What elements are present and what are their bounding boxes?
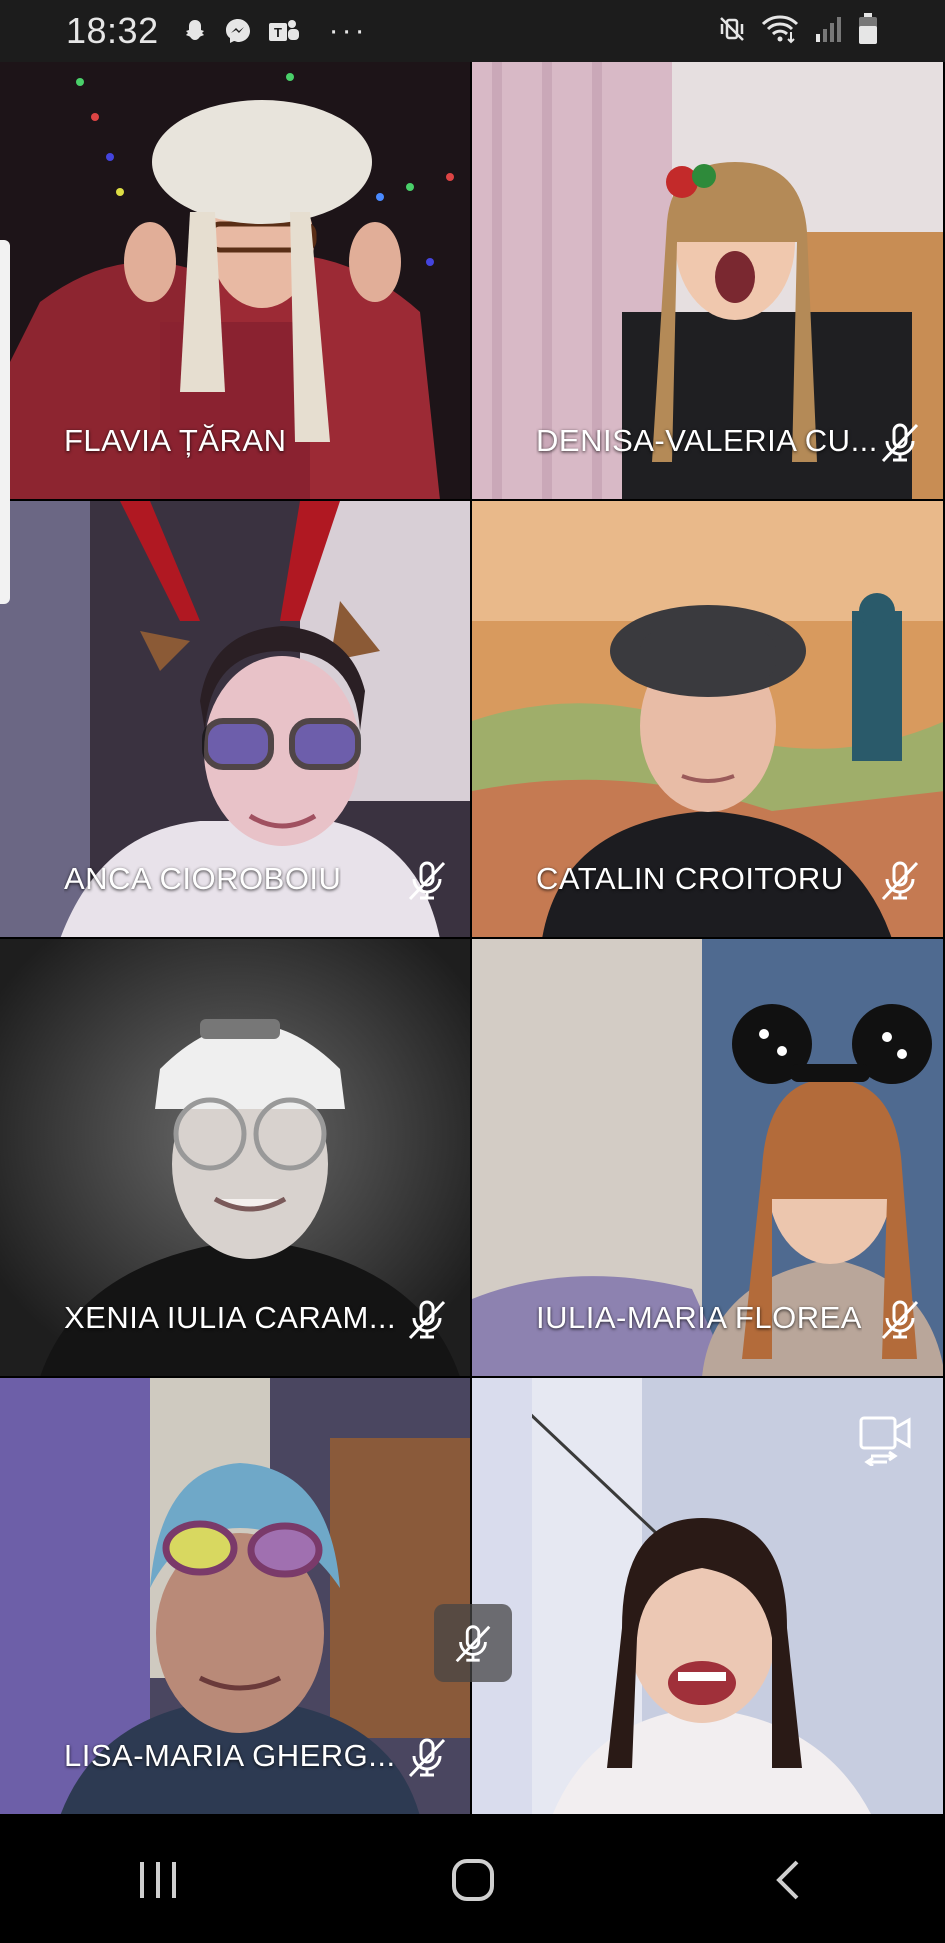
participant-grid: FLAVIA ȚĂRAN DENISA-VALERIA CU... ANCA C… (0, 62, 945, 1816)
status-bar: 18:32 T ··· (0, 0, 945, 62)
participant-tile[interactable]: CATALIN CROITORU (472, 500, 945, 939)
participant-tile[interactable]: ANCA CIOROBOIU (0, 500, 472, 939)
participant-name: LISA-MARIA GHERG... (64, 1738, 396, 1773)
switch-camera-button[interactable] (857, 1410, 915, 1468)
signal-icon (813, 14, 843, 44)
wifi-icon (761, 14, 799, 44)
participant-tile[interactable]: XENIA IULIA CARAM... (0, 939, 472, 1378)
participant-name: ANCA CIOROBOIU (64, 861, 342, 896)
switch-camera-icon (859, 1416, 911, 1468)
home-button[interactable] (413, 1840, 533, 1920)
mic-off-icon (455, 1625, 491, 1663)
teams-icon: T (267, 16, 301, 46)
participant-name: XENIA IULIA CARAM... (64, 1299, 397, 1335)
more-dots-icon: ··· (328, 14, 368, 47)
participant-name: DENISA-VALERIA CU... (536, 422, 876, 458)
participant-tile[interactable]: IULIA-MARIA FLOREA (472, 939, 945, 1378)
participant-name: FLAVIA ȚĂRAN (64, 422, 287, 458)
battery-icon (857, 12, 879, 46)
back-button[interactable] (728, 1840, 848, 1920)
participant-name: CATALIN CROITORU (536, 861, 844, 896)
recent-apps-icon (139, 1861, 176, 1898)
floating-mic-off-button[interactable] (434, 1604, 512, 1682)
participant-name: IULIA-MARIA FLOREA (536, 1299, 862, 1335)
status-time: 18:32 (66, 10, 159, 51)
messenger-icon (223, 16, 253, 46)
navigation-bar (0, 1816, 945, 1943)
mic-off-icon (877, 857, 923, 903)
mic-off-icon (404, 1296, 450, 1342)
mic-off-icon (404, 857, 450, 903)
snapchat-icon (181, 17, 209, 45)
participant-tile[interactable]: DENISA-VALERIA CU... (472, 62, 945, 501)
home-icon (451, 1858, 494, 1901)
vibrate-muted-icon (717, 14, 747, 44)
edge-panel-handle[interactable] (0, 240, 10, 604)
system-status-icons (717, 12, 879, 46)
mic-off-icon (404, 1734, 450, 1780)
notification-icons: T ··· (181, 16, 368, 46)
participant-tile[interactable]: FLAVIA ȚĂRAN (0, 62, 472, 501)
recent-apps-button[interactable] (98, 1840, 218, 1920)
back-icon (775, 1860, 798, 1899)
mic-off-icon (877, 419, 923, 465)
mic-off-icon (877, 1296, 923, 1342)
svg-text:T: T (274, 25, 282, 40)
participant-tile[interactable]: LISA-MARIA GHERG... (0, 1377, 472, 1816)
